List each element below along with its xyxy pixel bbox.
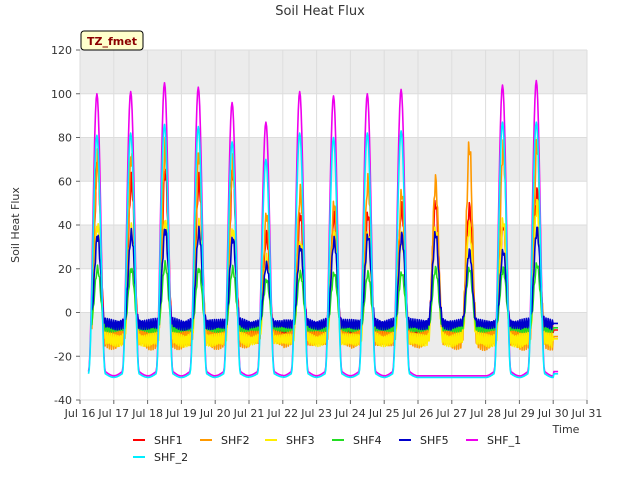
annotation-tag: TZ_fmet [80,30,144,51]
x-tick-label: Jul 21 [233,407,265,420]
plot-band [80,50,587,94]
x-tick-label: Jul 23 [300,407,332,420]
legend-label: SHF2 [221,434,250,447]
y-tick-label: 100 [51,88,72,101]
plot-band [80,137,587,182]
x-tick-label: Jul 25 [368,407,400,420]
x-tick-label: Jul 27 [435,407,467,420]
x-tick-label: Jul 31 [571,407,603,420]
annotation-text: TZ_fmet [87,35,137,48]
y-tick-label: 0 [65,307,72,320]
x-tick-label: Jul 28 [469,407,501,420]
y-tick-label: -40 [54,394,72,407]
x-tick-label: Jul 29 [503,407,535,420]
x-tick-label: Jul 20 [199,407,231,420]
x-tick-label: Jul 17 [97,407,129,420]
y-tick-label: 120 [51,44,72,57]
legend-label: SHF3 [286,434,315,447]
soil-heat-flux-chart: -40-20020406080100120Jul 16 Jul 17 Jul 18 J… [0,0,640,480]
chart-title: Soil Heat Flux [275,4,365,19]
legend-label: SHF1 [154,434,183,447]
y-axis-label: Soil Heat Flux [9,187,22,263]
legend-label: SHF4 [353,434,382,447]
y-tick-label: 60 [58,175,72,188]
y-tick-label: 40 [58,219,72,232]
y-tick-label: -20 [54,350,72,363]
x-tick-label: Jul 16 [64,407,96,420]
x-tick-label: Jul 24 [334,407,366,420]
legend-label: SHF_1 [487,434,521,447]
x-tick-label: Jul 18 [131,407,163,420]
y-tick-label: 20 [58,263,72,276]
x-axis-label: Time [552,423,580,436]
x-tick-label: Jul 19 [165,407,197,420]
x-tick-label: Jul 22 [266,407,298,420]
x-tick-label: Jul 26 [402,407,434,420]
x-tick-label: Jul 30 [537,407,569,420]
legend-label: SHF_2 [154,451,188,464]
legend-label: SHF5 [420,434,449,447]
y-tick-label: 80 [58,132,72,145]
